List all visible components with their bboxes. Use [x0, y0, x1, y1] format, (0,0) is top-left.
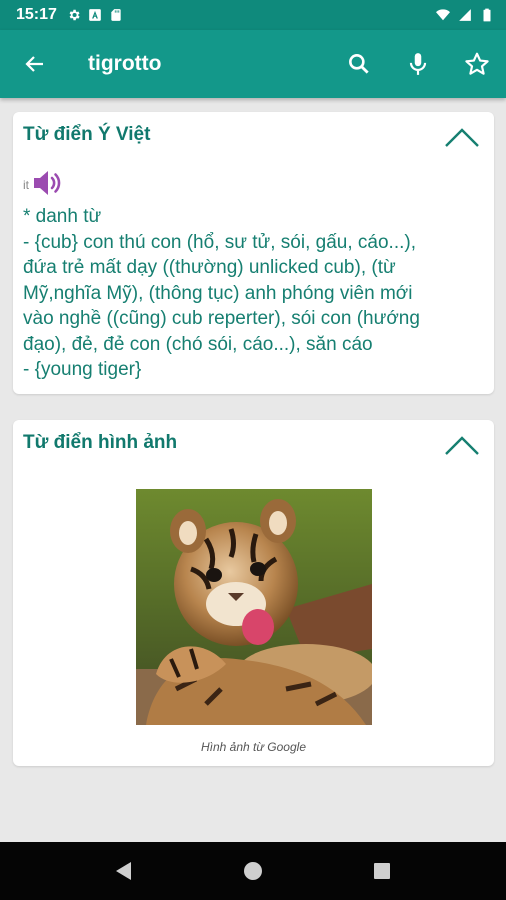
status-time: 15:17 — [16, 6, 57, 23]
back-triangle-icon — [116, 862, 132, 880]
app-bar: tigrotto — [0, 30, 506, 98]
tiger-cub-image[interactable] — [136, 489, 372, 725]
image-dictionary-card: Từ điển hình ảnh Hình ảnh từ Google — [13, 420, 494, 766]
dictionary-card-title: Từ điển Ý Việt — [23, 124, 151, 145]
star-outline-icon — [464, 52, 489, 75]
recents-square-icon — [373, 863, 390, 879]
tiger-cub-photo — [136, 489, 372, 725]
image-card-title: Từ điển hình ảnh — [23, 432, 178, 453]
system-nav-bar — [0, 842, 506, 900]
status-right-icons — [436, 8, 494, 22]
voice-search-button[interactable] — [388, 30, 447, 98]
image-caption: Hình ảnh từ Google — [200, 740, 306, 754]
language-code: it — [23, 178, 29, 192]
favorite-button[interactable] — [447, 30, 506, 98]
signal-icon — [459, 9, 471, 21]
pronunciation-row: it — [23, 168, 66, 198]
definition-line: đạo), đẻ, đẻ con (chó sói, cáo...), săn … — [23, 333, 373, 355]
definition-text: * danh từ - {cub} con thú con (hổ, sư tử… — [23, 204, 485, 383]
status-left-icons — [67, 8, 123, 22]
pronounce-button[interactable] — [32, 168, 66, 198]
collapse-chevron-up-icon[interactable] — [444, 432, 480, 458]
microphone-icon — [409, 53, 426, 75]
a-box-icon — [89, 9, 101, 21]
definition-line: Mỹ,nghĩa Mỹ), (thông tục) anh phóng viên… — [23, 282, 413, 304]
collapse-chevron-up-icon[interactable] — [444, 124, 480, 150]
status-bar: 15:17 — [0, 0, 506, 30]
home-circle-icon — [243, 862, 262, 880]
arrow-left-icon — [25, 56, 43, 72]
definition-line: - {cub} con thú con (hổ, sư tử, sói, gấu… — [23, 231, 416, 253]
back-button[interactable] — [0, 30, 70, 98]
definition-line: - {young tiger} — [23, 359, 142, 380]
dictionary-card: Từ điển Ý Việt it * danh từ - {cub} con … — [13, 112, 494, 394]
search-icon — [348, 54, 369, 74]
battery-icon — [483, 8, 491, 22]
sd-card-icon — [111, 9, 121, 21]
image-card-header: Từ điển hình ảnh — [13, 420, 494, 468]
search-button[interactable] — [329, 30, 388, 98]
nav-recents-button[interactable] — [362, 851, 402, 891]
definition-line: đứa trẻ mất dạy ((thường) unlicked cub),… — [23, 257, 396, 278]
nav-home-button[interactable] — [233, 851, 273, 891]
nav-back-button[interactable] — [104, 851, 144, 891]
gear-icon — [69, 9, 80, 21]
definition-line: * danh từ — [23, 206, 102, 227]
dictionary-card-header: Từ điển Ý Việt — [13, 112, 494, 160]
search-term-title[interactable]: tigrotto — [88, 52, 329, 76]
definition-line: vào nghề ((cũng) cub reperter), sói con … — [23, 308, 420, 329]
wifi-icon — [436, 9, 450, 21]
speaker-icon — [34, 171, 61, 195]
